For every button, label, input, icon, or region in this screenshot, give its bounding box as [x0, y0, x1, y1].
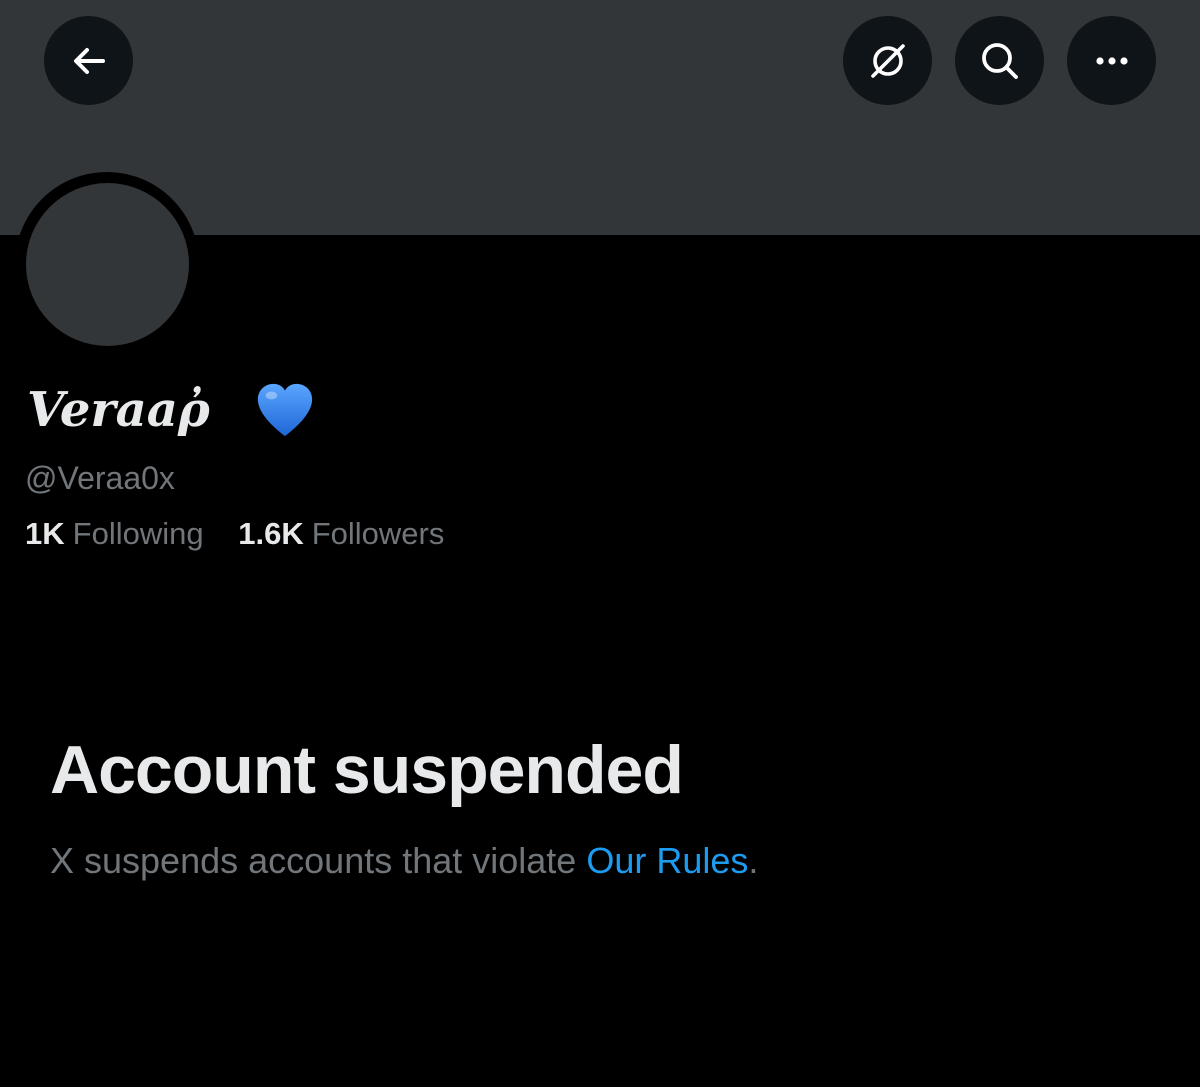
followers-link[interactable]: 1.6K Followers [238, 513, 444, 555]
search-icon [981, 42, 1018, 79]
back-button[interactable] [44, 16, 133, 105]
grok-button[interactable] [843, 16, 932, 105]
suspended-title: Account suspended [50, 732, 684, 808]
more-options-button[interactable] [1067, 16, 1156, 105]
following-link[interactable]: 1K Following [25, 513, 204, 555]
following-count: 1K [25, 516, 65, 551]
grok-slash-circle-icon [870, 43, 905, 78]
search-button[interactable] [955, 16, 1044, 105]
display-name: Veraaῤ [27, 382, 210, 438]
blue-heart-icon [257, 383, 313, 437]
our-rules-link[interactable]: Our Rules [586, 840, 748, 881]
avatar[interactable] [26, 183, 189, 346]
username-handle: @Veraa0x [25, 460, 175, 496]
followers-count: 1.6K [238, 516, 304, 551]
arrow-left-icon [73, 47, 105, 74]
suspended-description: X suspends accounts that violate Our Rul… [50, 838, 758, 884]
follow-stats: 1K Following 1.6K Followers [25, 513, 470, 555]
more-horizontal-icon [1095, 56, 1128, 65]
following-label: Following [72, 516, 204, 551]
suspended-period: . [748, 840, 759, 881]
followers-label: Followers [311, 516, 445, 551]
suspended-text: X suspends accounts that violate [50, 840, 587, 881]
